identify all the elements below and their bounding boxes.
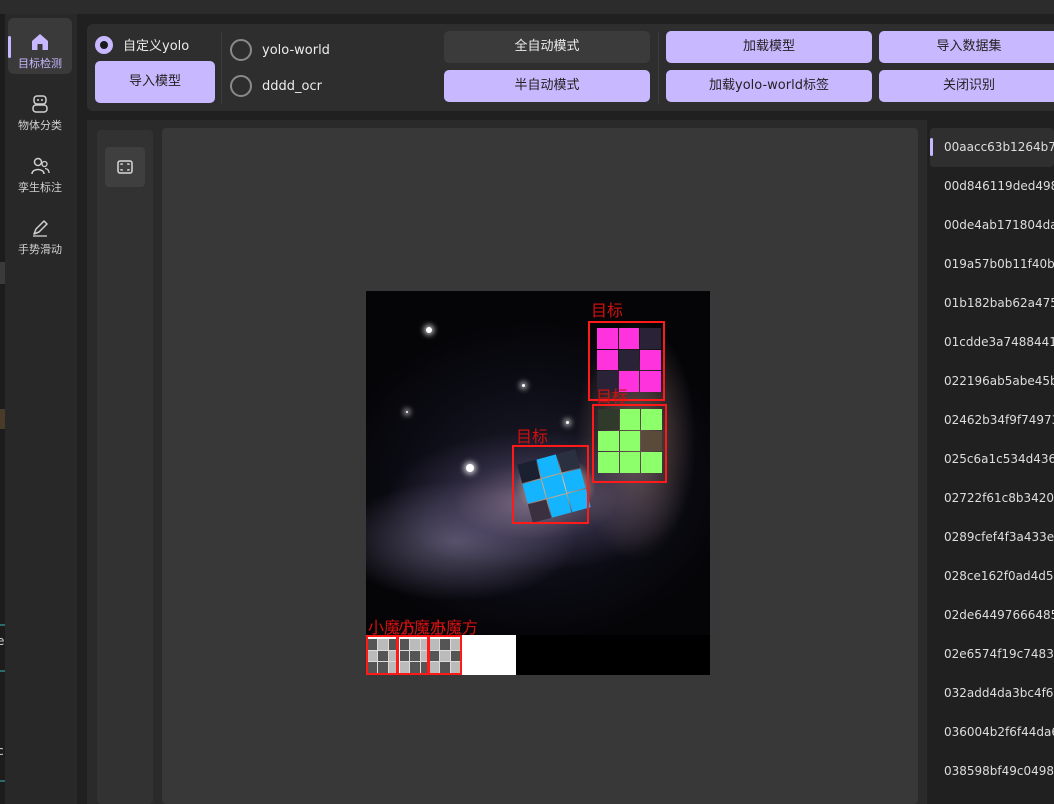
radio-indicator (95, 35, 113, 54)
divider (658, 32, 659, 104)
home-icon (32, 34, 48, 50)
detection-label: 目标 (591, 301, 624, 320)
file-list-item[interactable]: 02462b34f9f74973 (930, 401, 1054, 440)
nav-item-gesture-swipe[interactable]: 手势滑动 (8, 204, 72, 260)
nav-label: 目标检测 (18, 57, 62, 70)
semi-auto-mode-button[interactable]: 半自动模式 (444, 70, 650, 102)
image-strip-black (516, 635, 710, 675)
divider (221, 32, 222, 104)
import-model-button[interactable]: 导入模型 (95, 61, 215, 103)
radio-dddd-ocr[interactable]: dddd_ocr (230, 75, 322, 97)
fit-screen-icon (117, 160, 133, 174)
sidebar: 目标检测 物体分类 孪生标注 手势滑动 (5, 14, 77, 804)
radio-yolo-world[interactable]: yolo-world (230, 39, 330, 61)
nav-label: 物体分类 (18, 119, 62, 132)
full-auto-mode-button[interactable]: 全自动模式 (444, 31, 650, 63)
detection-box[interactable] (366, 635, 399, 675)
tool-column (97, 130, 153, 804)
load-model-button[interactable]: 加载模型 (666, 31, 872, 63)
edge-text: c (0, 744, 4, 758)
radio-indicator (230, 39, 252, 61)
window-top-strip (0, 0, 1054, 14)
file-list-item[interactable]: 00de4ab171804da9 (930, 206, 1054, 245)
detection-box[interactable] (592, 404, 667, 483)
file-list-item[interactable]: 019a57b0b11f40bf (930, 245, 1054, 284)
radio-label: dddd_ocr (262, 78, 322, 94)
edge-text: e (0, 634, 5, 648)
fit-to-screen-button[interactable] (105, 147, 145, 187)
robot-icon (32, 95, 48, 113)
file-list-item[interactable]: 038598bf49c04987 (930, 752, 1054, 791)
file-list-item[interactable]: 01cdde3a74884412 (930, 323, 1054, 362)
toolbar: 自定义yolo 导入模型 yolo-world dddd_ocr 全自动模式 半… (87, 24, 1054, 111)
file-list-item[interactable]: 036004b2f6f44da6b (930, 713, 1054, 752)
detection-box[interactable] (396, 635, 429, 675)
detection-box[interactable] (428, 635, 462, 675)
file-list-item[interactable]: 022196ab5abe45bc (930, 362, 1054, 401)
people-icon (31, 157, 50, 175)
file-list-item[interactable]: 028ce162f0ad4d5a (930, 557, 1054, 596)
pen-icon (33, 220, 48, 237)
import-dataset-button[interactable]: 导入数据集 (879, 31, 1054, 63)
close-recognition-button[interactable]: 关闭识别 (879, 70, 1054, 102)
file-list-item[interactable]: 02722f61c8b3420c (930, 479, 1054, 518)
nav-label: 手势滑动 (18, 243, 62, 256)
detection-label: 小魔方 (430, 618, 479, 637)
radio-indicator (230, 75, 252, 97)
file-list-item[interactable]: 02de64497666485a (930, 596, 1054, 635)
file-list-item[interactable]: 0289cfef4f3a433eb (930, 518, 1054, 557)
file-list-item[interactable]: 025c6a1c534d436a (930, 440, 1054, 479)
file-list-item[interactable]: 01b182bab62a4756 (930, 284, 1054, 323)
star (406, 411, 408, 413)
star (426, 327, 432, 333)
radio-label: 自定义yolo (123, 39, 190, 54)
file-list-item[interactable]: 00d846119ded498e (930, 167, 1054, 206)
annotated-image[interactable]: 目标 目标 目标 小魔方 小魔方 小魔方 (366, 291, 710, 675)
file-list: 00aacc63b1264b7094a3 00d846119ded498e 00… (930, 128, 1054, 804)
radio-custom-yolo[interactable]: 自定义yolo (95, 35, 189, 54)
image-canvas[interactable]: 目标 目标 目标 小魔方 小魔方 小魔方 (162, 128, 918, 804)
nav-item-object-detection[interactable]: 目标检测 (8, 18, 72, 74)
detection-box[interactable] (512, 445, 589, 524)
file-list-item[interactable]: 032add4da3bc4f66 (930, 674, 1054, 713)
nav-label: 孪生标注 (18, 181, 62, 194)
load-yolo-world-labels-button[interactable]: 加载yolo-world标签 (666, 70, 872, 102)
star (522, 384, 525, 387)
radio-label: yolo-world (262, 42, 330, 58)
file-list-item[interactable]: 02e6574f19c7483d (930, 635, 1054, 674)
nav-item-twin-annotation[interactable]: 孪生标注 (8, 142, 72, 198)
detection-label: 目标 (516, 427, 549, 446)
star (566, 421, 569, 424)
nav-item-object-classification[interactable]: 物体分类 (8, 80, 72, 136)
star (466, 464, 474, 472)
main-panel: 目标 目标 目标 小魔方 小魔方 小魔方 (87, 120, 927, 804)
file-list-item[interactable]: 00aacc63b1264b7094a3 (930, 128, 1054, 167)
detection-label: 目标 (596, 387, 629, 406)
